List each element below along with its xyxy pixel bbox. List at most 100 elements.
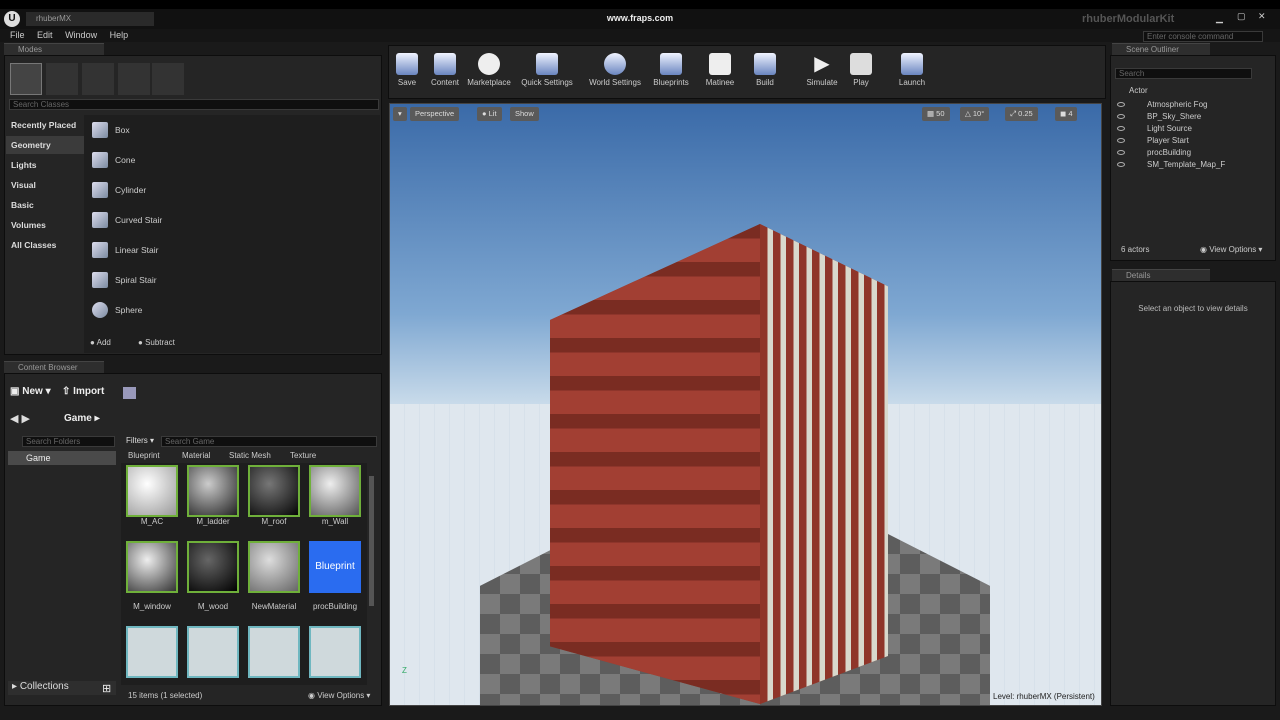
outliner-view-options[interactable]: ◉ View Options ▾ <box>1200 245 1262 254</box>
grid-snap-button[interactable]: ▦ 50 <box>922 107 950 121</box>
toolbar-simulate[interactable]: ▶ Simulate <box>803 48 841 94</box>
outliner-search-input[interactable]: Search <box>1115 68 1252 79</box>
outliner-item[interactable]: BP_Sky_Shere <box>1117 111 1267 123</box>
subtract-radio[interactable]: ● Subtract <box>138 338 175 347</box>
toolbar-save[interactable]: Save <box>391 48 423 94</box>
filter-texture[interactable]: Texture <box>290 451 316 460</box>
lit-button[interactable]: ● Lit <box>477 107 502 121</box>
show-button[interactable]: Show <box>510 107 539 121</box>
toolbar-content[interactable]: Content <box>427 48 463 94</box>
menu-edit[interactable]: Edit <box>37 30 53 40</box>
rotation-snap-button[interactable]: △ 10° <box>960 107 990 121</box>
launch-icon <box>901 53 923 75</box>
back-arrow-icon[interactable]: ◀ ▶ <box>10 412 30 425</box>
mode-foliage-icon[interactable] <box>118 63 150 95</box>
save-all-icon[interactable] <box>123 387 136 399</box>
category-visual[interactable]: Visual <box>6 176 84 194</box>
asset-procbuilding-thumb[interactable]: Blueprint <box>309 541 361 593</box>
asset-m-ladder-thumb[interactable] <box>187 465 239 517</box>
viewport-menu-button[interactable]: ▾ <box>393 107 407 121</box>
search-folders-input[interactable]: Search Folders <box>22 436 115 447</box>
asset-mesh-thumb-2[interactable] <box>187 626 239 678</box>
tab-modes[interactable]: Modes <box>4 43 104 55</box>
asset-mesh-thumb-4[interactable] <box>309 626 361 678</box>
category-basic[interactable]: Basic <box>6 196 84 214</box>
filters-button[interactable]: Filters ▾ <box>126 436 154 445</box>
mode-place-icon[interactable] <box>10 63 42 95</box>
viewport[interactable] <box>389 103 1102 706</box>
mode-landscape-icon[interactable] <box>82 63 114 95</box>
new-button[interactable]: ▣ New ▾ <box>10 386 51 397</box>
add-collection-icon[interactable]: ⊞ <box>102 682 111 695</box>
visibility-eye-icon[interactable] <box>1117 162 1125 168</box>
outliner-item[interactable]: SM_Template_Map_F <box>1117 159 1267 171</box>
asset-m-window-thumb[interactable] <box>126 541 178 593</box>
visibility-eye-icon[interactable] <box>1117 114 1125 120</box>
asset-mesh-thumb-1[interactable] <box>126 626 178 678</box>
console-input[interactable]: Enter console command <box>1143 31 1263 42</box>
scale-snap-button[interactable]: ⤢ 0.25 <box>1005 107 1038 121</box>
category-volumes[interactable]: Volumes <box>6 216 84 234</box>
search-game-input[interactable]: Search Game <box>161 436 377 447</box>
search-classes-input[interactable]: Search Classes <box>9 99 379 110</box>
toolbar-play[interactable]: Play <box>845 48 877 94</box>
asset-m-roof-thumb[interactable] <box>248 465 300 517</box>
mode-paint-icon[interactable] <box>46 63 78 95</box>
toolbar-launch[interactable]: Launch <box>895 48 929 94</box>
outliner-item[interactable]: Player Start <box>1117 135 1267 147</box>
toolbar-matinee[interactable]: Matinee <box>700 48 740 94</box>
toolbar-quick-settings[interactable]: Quick Settings <box>518 48 576 94</box>
collections-header[interactable]: ▸ Collections <box>8 681 116 695</box>
filter-blueprint[interactable]: Blueprint <box>128 451 160 460</box>
class-curved-stair[interactable]: Curved Stair <box>88 206 378 234</box>
outliner-item[interactable]: procBuilding <box>1117 147 1267 159</box>
asset-scrollbar[interactable] <box>369 476 374 606</box>
outliner-item[interactable]: Light Source <box>1117 123 1267 135</box>
asset-m-ac-thumb[interactable] <box>126 465 178 517</box>
toolbar-blueprints[interactable]: Blueprints <box>649 48 693 94</box>
maximize-button[interactable]: ▢ <box>1237 11 1246 22</box>
tab-details[interactable]: Details <box>1112 269 1210 281</box>
filter-static-mesh[interactable]: Static Mesh <box>229 451 271 460</box>
tab-scene-outliner[interactable]: Scene Outliner <box>1112 43 1210 55</box>
category-recently-placed[interactable]: Recently Placed <box>6 116 84 134</box>
perspective-button[interactable]: Perspective <box>410 107 460 121</box>
toolbar-marketplace[interactable]: Marketplace <box>465 48 513 94</box>
document-tab[interactable]: rhuberMX <box>26 12 154 26</box>
tab-content-browser[interactable]: Content Browser <box>4 361 104 373</box>
add-radio[interactable]: ● Add <box>90 338 111 347</box>
path-game[interactable]: Game ▸ <box>64 413 100 424</box>
visibility-eye-icon[interactable] <box>1117 126 1125 132</box>
minimize-button[interactable]: ▁ <box>1216 13 1223 24</box>
class-sphere[interactable]: Sphere <box>88 296 378 324</box>
toolbar-build[interactable]: Build <box>749 48 781 94</box>
toolbar-world-settings[interactable]: World Settings <box>586 48 644 94</box>
asset-mesh-thumb-3[interactable] <box>248 626 300 678</box>
visibility-eye-icon[interactable] <box>1117 138 1125 144</box>
menu-file[interactable]: File <box>10 30 25 40</box>
class-spiral-stair[interactable]: Spiral Stair <box>88 266 378 294</box>
category-lights[interactable]: Lights <box>6 156 84 174</box>
category-geometry[interactable]: Geometry <box>6 136 84 154</box>
menu-window[interactable]: Window <box>65 30 97 40</box>
import-button[interactable]: ⇧ Import <box>62 386 104 397</box>
filter-material[interactable]: Material <box>182 451 210 460</box>
class-cone[interactable]: Cone <box>88 146 378 174</box>
asset-newmaterial-thumb[interactable] <box>248 541 300 593</box>
folder-game[interactable]: Game <box>8 451 116 465</box>
asset-m-wood-thumb[interactable] <box>187 541 239 593</box>
category-all-classes[interactable]: All Classes <box>6 236 84 254</box>
class-linear-stair[interactable]: Linear Stair <box>88 236 378 264</box>
close-button[interactable]: ✕ <box>1258 11 1266 22</box>
class-cylinder[interactable]: Cylinder <box>88 176 378 204</box>
cb-view-options[interactable]: ◉ View Options ▾ <box>308 691 370 700</box>
outliner-column-actor[interactable]: Actor <box>1129 86 1148 95</box>
mode-geometry-icon[interactable] <box>152 63 184 95</box>
visibility-eye-icon[interactable] <box>1117 150 1125 156</box>
visibility-eye-icon[interactable] <box>1117 102 1125 108</box>
class-box[interactable]: Box <box>88 116 378 144</box>
outliner-item[interactable]: Atmospheric Fog <box>1117 99 1267 111</box>
menu-help[interactable]: Help <box>110 30 129 40</box>
asset-m-wall-thumb[interactable] <box>309 465 361 517</box>
camera-speed-button[interactable]: ◼ 4 <box>1055 107 1078 121</box>
